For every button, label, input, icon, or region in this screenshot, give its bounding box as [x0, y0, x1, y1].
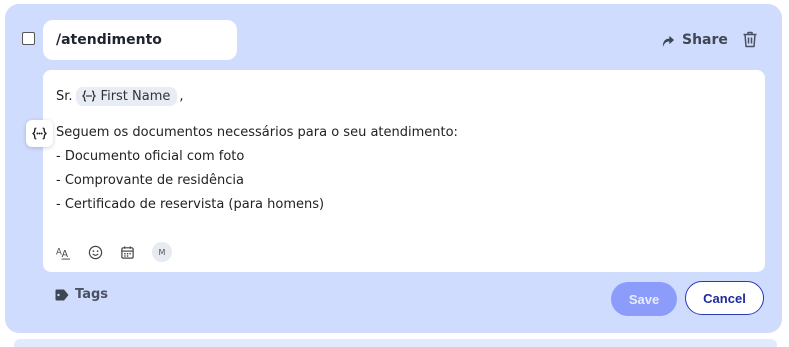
insert-variable-button[interactable] [26, 120, 53, 147]
tag-icon [55, 289, 69, 300]
variable-icon [81, 90, 96, 102]
text-format-icon[interactable]: A A [56, 245, 71, 260]
svg-text:A: A [62, 249, 69, 260]
tags-label: Tags [75, 287, 109, 302]
calendar-icon[interactable] [120, 245, 135, 260]
mention-badge[interactable]: M [152, 242, 172, 262]
editor-toolbar: A A M [56, 242, 172, 262]
variable-icon [32, 127, 47, 140]
greeting-line: Sr. First Name , [56, 85, 184, 107]
emoji-icon[interactable] [88, 245, 103, 260]
message-line: - Comprovante de residência [56, 173, 244, 188]
save-button[interactable]: Save [611, 282, 677, 316]
cancel-button[interactable]: Cancel [685, 281, 764, 315]
share-label: Share [682, 32, 728, 48]
variable-chip-label: First Name [100, 88, 171, 104]
trash-icon[interactable] [742, 31, 758, 48]
message-editor[interactable]: Sr. First Name , Seguem os documentos ne… [43, 70, 765, 272]
variable-chip-first-name[interactable]: First Name [75, 86, 178, 106]
message-line: - Documento oficial com foto [56, 149, 245, 164]
tags-button[interactable]: Tags [55, 287, 108, 302]
greeting-prefix: Sr. [56, 88, 73, 104]
select-checkbox[interactable] [22, 32, 35, 45]
message-line: Seguem os documentos necessários para o … [56, 125, 458, 140]
message-line: - Certificado de reservista (para homens… [56, 197, 325, 212]
shortcut-name-text: /atendimento [56, 32, 162, 48]
share-button[interactable]: Share [660, 30, 728, 50]
mention-badge-label: M [158, 247, 166, 257]
greeting-suffix: , [179, 88, 184, 104]
shortcut-name-field[interactable]: /atendimento [43, 20, 237, 60]
next-card-edge [14, 339, 777, 347]
share-icon [662, 35, 675, 47]
